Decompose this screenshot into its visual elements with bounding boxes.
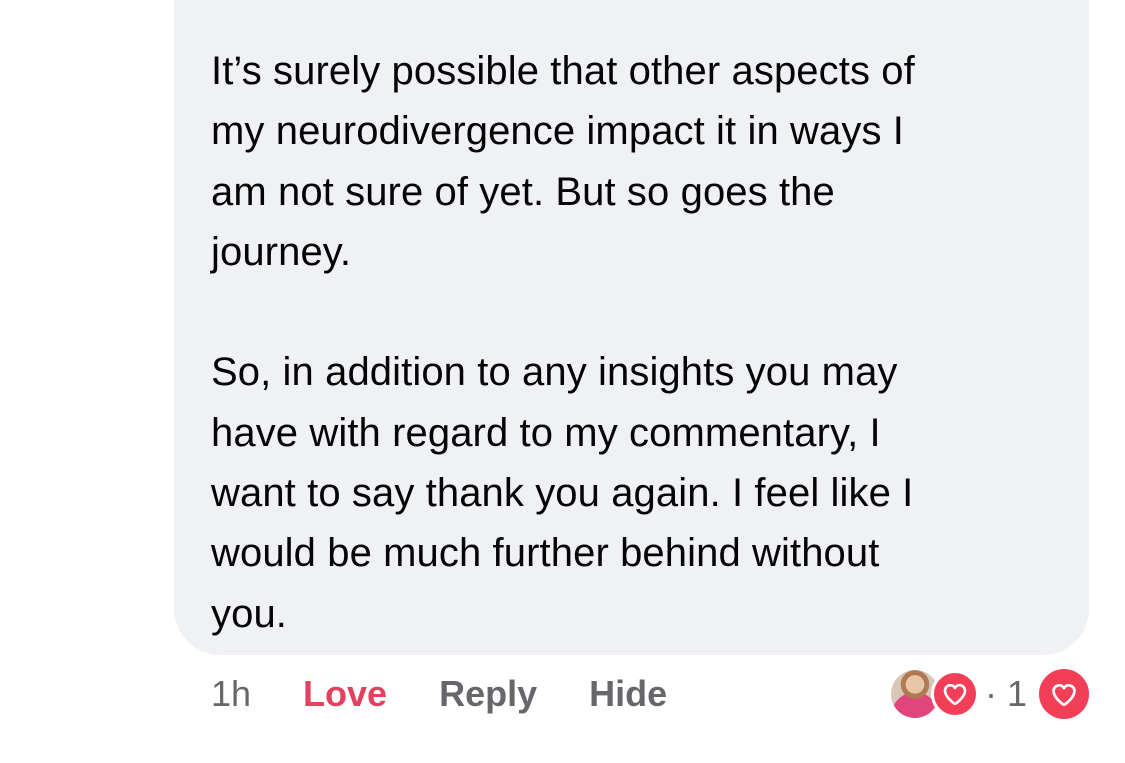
comment-text: It’s surely possible that other aspects … bbox=[211, 41, 1071, 644]
heart-icon[interactable] bbox=[1039, 669, 1089, 719]
hide-button[interactable]: Hide bbox=[589, 673, 667, 715]
comment-timestamp[interactable]: 1h bbox=[211, 673, 251, 715]
comment-paragraph: So, in addition to any insights you may … bbox=[211, 350, 914, 636]
comment-paragraph: It’s surely possible that other aspects … bbox=[211, 49, 915, 274]
comment-thread: It’s surely possible that other aspects … bbox=[0, 0, 1125, 763]
love-button[interactable]: Love bbox=[303, 673, 387, 715]
reaction-count: · 1 bbox=[984, 673, 1027, 714]
heart-icon bbox=[930, 670, 979, 718]
comment-bubble: It’s surely possible that other aspects … bbox=[174, 0, 1089, 655]
reaction-summary[interactable]: · 1 bbox=[890, 669, 1089, 719]
reply-button[interactable]: Reply bbox=[439, 673, 537, 715]
comment-actions: 1h Love Reply Hide bbox=[211, 670, 719, 718]
